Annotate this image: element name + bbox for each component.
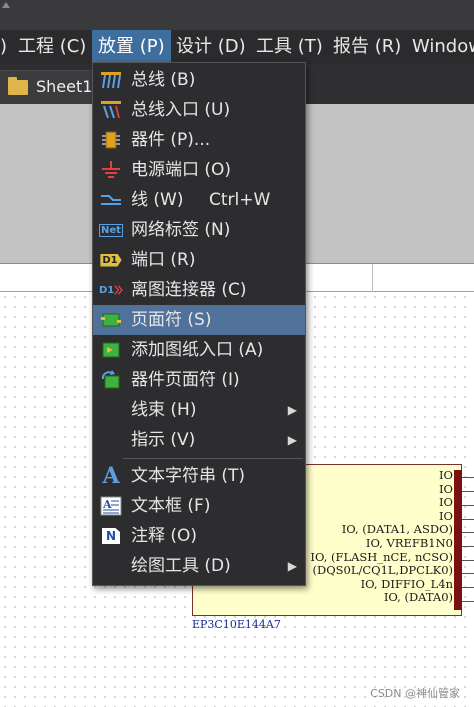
menu-item-part[interactable]: 器件 (P)... (93, 125, 305, 155)
menu-project[interactable]: 工程 (C) (18, 30, 86, 64)
pin-label: IO (439, 508, 453, 523)
text-string-icon-text: A (102, 463, 120, 489)
menu-item-bus[interactable]: 总线 (B) (93, 65, 305, 95)
pin-labels: IO IO IO IO IO, (DATA1, ASDO) IO, VREFB1… (310, 468, 453, 605)
pin-label: IO, DIFFIO_L4n (360, 576, 453, 591)
menu-item-label: 离图连接器 (C) (131, 280, 247, 300)
menu-item-label: 器件 (P)... (131, 130, 211, 150)
menu-item-harness[interactable]: 线束 (H) ▶ (93, 395, 305, 425)
component-designator: EP3C10E144A7 (192, 618, 281, 631)
text-frame-icon: A (99, 496, 123, 516)
tab-sheet1[interactable]: Sheet1. (0, 70, 98, 104)
menu-bar: ) 工程 (C) 放置 (P) 设计 (D) 工具 (T) 报告 (R) Win… (0, 30, 474, 64)
watermark: CSDN @神仙管家 (370, 687, 460, 700)
menu-item-off-sheet-connector[interactable]: D1 离图连接器 (C) (93, 275, 305, 305)
sheet-symbol-icon (99, 310, 123, 330)
power-port-icon (99, 160, 123, 180)
menu-item-net-label[interactable]: Net 网络标签 (N) (93, 215, 305, 245)
submenu-arrow-icon: ▶ (287, 403, 297, 417)
svg-text:A: A (102, 498, 112, 511)
menu-item-label: 添加图纸入口 (A) (131, 340, 264, 360)
text-string-icon: A (99, 463, 123, 489)
menu-item-label: 总线 (B) (131, 70, 196, 90)
off-sheet-connector-icon: D1 (99, 280, 123, 300)
menu-item-label: 器件页面符 (I) (131, 370, 240, 390)
off-sheet-icon-text: D1 (99, 284, 115, 296)
menu-item-label: 指示 (V) (131, 430, 196, 450)
pin-wire[interactable] (462, 546, 474, 547)
menu-item-power-port[interactable]: 电源端口 (O) (93, 155, 305, 185)
note-icon-text: N (101, 528, 121, 544)
menu-item-shortcut: Ctrl+W (209, 190, 271, 210)
menu-item-label: 文本框 (F) (131, 496, 211, 516)
pin-label: (DQS0L/CQ1L,DPCLK0) (312, 563, 453, 578)
pin-wire[interactable] (462, 477, 474, 478)
menu-item-bus-entry[interactable]: 总线入口 (U) (93, 95, 305, 125)
tab-label: Sheet1. (36, 77, 98, 96)
menu-item-text-string[interactable]: A 文本字符串 (T) (93, 461, 305, 491)
bus-entry-icon (99, 100, 123, 120)
pin-label: IO (439, 468, 453, 482)
menu-design[interactable]: 设计 (D) (176, 30, 246, 64)
menu-item-device-sheet-symbol[interactable]: 器件页面符 (I) (93, 365, 305, 395)
pin-wire[interactable] (462, 519, 474, 520)
pin-label: IO, (DATA0) (383, 590, 453, 605)
pin-label: IO, (FLASH_nCE, nCSO) (310, 549, 453, 564)
menu-window[interactable]: Window (412, 30, 474, 64)
pin-wire[interactable] (462, 601, 474, 602)
menu-item-drawing-tools[interactable]: 绘图工具 (D) ▶ (93, 551, 305, 581)
menu-item-label: 总线入口 (U) (131, 100, 231, 120)
menu-item-label: 文本字符串 (T) (131, 466, 246, 486)
sheet-entry-icon (99, 340, 123, 360)
menu-item-label: 端口 (R) (131, 250, 196, 270)
menu-item-label: 网络标签 (N) (131, 220, 231, 240)
menu-separator (123, 458, 303, 459)
menu-item-sheet-entry[interactable]: 添加图纸入口 (A) (93, 335, 305, 365)
pin-label: IO, VREFB1N0 (365, 535, 453, 550)
pin-wire[interactable] (462, 587, 474, 588)
menu-place[interactable]: 放置 (P) (92, 30, 171, 64)
menu-item-wire[interactable]: 线 (W) Ctrl+W (93, 185, 305, 215)
device-sheet-symbol-icon (99, 370, 123, 390)
menu-reports[interactable]: 报告 (R) (333, 30, 401, 64)
menu-item-label: 线 (W) (131, 190, 184, 210)
ruler-tick (372, 264, 373, 292)
pin-wire[interactable] (462, 573, 474, 574)
menu-item-label: 注释 (O) (131, 526, 198, 546)
menu-item-label: 线束 (H) (131, 400, 197, 420)
pin-label: IO (439, 481, 453, 496)
pin-wire[interactable] (462, 560, 474, 561)
port-icon-text: D1 (100, 253, 122, 267)
note-icon: N (99, 526, 123, 546)
menu-item-port[interactable]: D1 端口 (R) (93, 245, 305, 275)
submenu-arrow-icon: ▶ (287, 433, 297, 447)
net-label-icon-text: Net (99, 223, 123, 237)
port-icon: D1 (99, 250, 123, 270)
pin-wire[interactable] (462, 532, 474, 533)
part-icon (99, 130, 123, 150)
window-icon (2, 2, 10, 8)
pin-wire[interactable] (462, 505, 474, 506)
menu-item-label: 绘图工具 (D) (131, 556, 231, 576)
wire-icon (99, 190, 123, 210)
schematic-doc-icon (8, 77, 28, 95)
place-menu: 总线 (B) 总线入口 (U) 器件 (P)... 电源端口 (O) 线 (W)… (92, 62, 306, 586)
submenu-arrow-icon: ▶ (287, 559, 297, 573)
menu-item-label: 电源端口 (O) (131, 160, 232, 180)
menu-tools[interactable]: 工具 (T) (256, 30, 323, 64)
net-label-icon: Net (99, 220, 123, 240)
pin-label: IO (439, 495, 453, 510)
component-pin-bar (454, 470, 462, 610)
menu-item-directives[interactable]: 指示 (V) ▶ (93, 425, 305, 455)
menu-item-sheet-symbol[interactable]: 页面符 (S) (93, 305, 305, 335)
pin-label: IO, (DATA1, ASDO) (341, 522, 453, 537)
pin-wire[interactable] (462, 491, 474, 492)
bus-icon (99, 70, 123, 90)
menu-item-label: 页面符 (S) (131, 310, 212, 330)
menu-item-text-frame[interactable]: A 文本框 (F) (93, 491, 305, 521)
menu-item-note[interactable]: N 注释 (O) (93, 521, 305, 551)
window-titlebar (0, 0, 474, 30)
menu-view-partial[interactable]: ) (0, 30, 7, 64)
